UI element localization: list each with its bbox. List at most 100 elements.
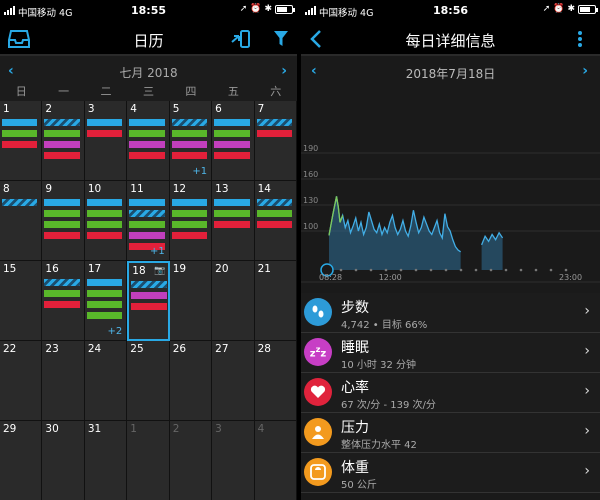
calendar-day-cell[interactable]: 13	[212, 181, 255, 261]
activity-bar-stripe	[131, 281, 167, 288]
calendar-day-cell[interactable]: 1	[127, 421, 170, 500]
y-tick-label: 130	[303, 196, 318, 205]
metric-row-sleep[interactable]: zzz 睡眠 10 小时 32 分钟 ›	[301, 333, 600, 373]
calendar-day-cell[interactable]: 6	[212, 101, 255, 181]
weekday-label: 一	[58, 85, 70, 98]
calendar-day-cell[interactable]: 3	[84, 101, 128, 181]
calendar-day-cell[interactable]: 26	[169, 341, 213, 421]
activity-bar-blue	[86, 279, 123, 286]
calendar-day-cell[interactable]: 20	[212, 261, 255, 341]
metric-row-footprints[interactable]: 步数 4,742 • 目标 66% ›	[301, 293, 600, 333]
calendar-day-cell[interactable]: 21	[254, 261, 297, 341]
day-number: 5	[172, 103, 180, 115]
calendar-day-cell[interactable]: 28	[254, 341, 297, 421]
x-tick-label: 08:28	[319, 273, 342, 282]
day-number: 2	[45, 103, 53, 115]
timeline-dot	[549, 268, 553, 272]
timeline-dot	[474, 268, 478, 272]
calendar-day-cell[interactable]: 5 +1	[169, 101, 213, 181]
calendar-day-cell[interactable]: 31	[84, 421, 128, 500]
timeline-dot	[534, 268, 538, 272]
heart-rate-area-0	[329, 196, 461, 270]
calendar-navbar: 日历	[0, 22, 297, 56]
calendar-day-cell[interactable]: 1	[0, 101, 43, 181]
timeline-dot	[399, 268, 403, 272]
day-number: 4	[130, 103, 137, 115]
metric-row-stress[interactable]: 压力 整体压力水平 42 ›	[301, 413, 600, 453]
calendar-day-cell[interactable]: 10	[84, 181, 128, 261]
calendar-day-cell[interactable]: 4	[127, 101, 170, 181]
stress-icon	[304, 418, 332, 446]
calendar-day-cell[interactable]: 24	[84, 341, 128, 421]
day-number: 1	[130, 423, 137, 435]
timeline-dot	[489, 268, 493, 272]
activity-bar-green	[44, 130, 80, 137]
weekday-label: 四	[185, 85, 197, 98]
chevron-right-icon: ›	[584, 343, 590, 359]
calendar-day-cell[interactable]: 19	[169, 261, 213, 341]
timeline-dot	[369, 268, 373, 272]
activity-bar-stripe	[44, 279, 80, 286]
camera-icon: 📷	[154, 266, 166, 276]
alarm-icon: ⏰	[250, 4, 262, 14]
day-number: 19	[172, 263, 187, 275]
activity-bar-blue	[86, 119, 123, 126]
calendar-day-cell[interactable]: 14	[254, 181, 297, 261]
calendar-day-cell[interactable]: 25	[127, 341, 170, 421]
calendar-day-cell[interactable]: 18 📷	[127, 261, 170, 341]
weekday-label: 日	[15, 85, 27, 98]
footprints-icon	[304, 298, 332, 326]
activity-bar-green	[86, 301, 123, 308]
scale-icon	[304, 458, 332, 486]
day-number: 16	[45, 263, 59, 275]
more-activities-count: +1	[149, 246, 165, 257]
calendar-day-cell[interactable]: 7	[254, 101, 297, 181]
next-day-icon[interactable]: ›	[582, 63, 588, 79]
metric-row-heart[interactable]: 心率 67 次/分 - 139 次/分 ›	[301, 373, 600, 413]
activity-bar-red	[44, 301, 80, 308]
activity-bar-red	[256, 221, 292, 228]
activity-bar-green	[171, 210, 208, 217]
calendar-day-cell[interactable]: 11 +1	[127, 181, 170, 261]
more-options-icon[interactable]	[567, 27, 593, 51]
activity-bar-red	[214, 221, 250, 228]
calendar-day-cell[interactable]: 4	[254, 421, 297, 500]
calendar-day-cell[interactable]: 2	[42, 101, 85, 181]
metric-summary: 50 公斤	[341, 480, 377, 491]
calendar-day-cell[interactable]: 29	[0, 421, 43, 500]
timeline-dot	[519, 268, 523, 272]
activity-bar-blue	[44, 199, 80, 206]
next-month-icon[interactable]: ›	[281, 63, 287, 79]
detail-navbar: 每日详细信息	[301, 22, 600, 56]
sync-device-icon[interactable]	[228, 27, 254, 51]
calendar-day-cell[interactable]: 15	[0, 261, 43, 341]
day-number: 9	[45, 183, 53, 195]
calendar-day-cell[interactable]: 22	[0, 341, 43, 421]
calendar-day-cell[interactable]: 3	[212, 421, 255, 500]
calendar-day-cell[interactable]: 30	[42, 421, 85, 500]
activity-bar-green	[86, 312, 123, 319]
timeline-dot	[444, 268, 448, 272]
activity-bar-green	[86, 221, 123, 228]
calendar-day-cell[interactable]: 17 +2	[84, 261, 128, 341]
activity-bar-red	[214, 152, 250, 159]
activity-bar-mag	[129, 232, 165, 239]
activity-bar-blue	[171, 199, 208, 206]
calendar-day-cell[interactable]: 23	[42, 341, 85, 421]
heart-icon	[304, 378, 332, 406]
weekday-label: 五	[227, 85, 239, 98]
timeline-dot	[384, 268, 388, 272]
activity-bar-red	[2, 141, 38, 148]
calendar-day-cell[interactable]: 2	[169, 421, 213, 500]
activity-bar-green	[2, 130, 38, 137]
day-number: 17	[87, 263, 102, 275]
calendar-day-cell[interactable]: 27	[212, 341, 255, 421]
calendar-day-cell[interactable]: 16	[42, 261, 85, 341]
filter-icon[interactable]	[268, 27, 294, 51]
day-number: 31	[87, 423, 102, 435]
day-number: 21	[257, 263, 271, 275]
calendar-day-cell[interactable]: 9	[42, 181, 85, 261]
calendar-day-cell[interactable]: 12	[169, 181, 213, 261]
metric-row-scale[interactable]: 体重 50 公斤 ›	[301, 453, 600, 493]
calendar-day-cell[interactable]: 8	[0, 181, 43, 261]
